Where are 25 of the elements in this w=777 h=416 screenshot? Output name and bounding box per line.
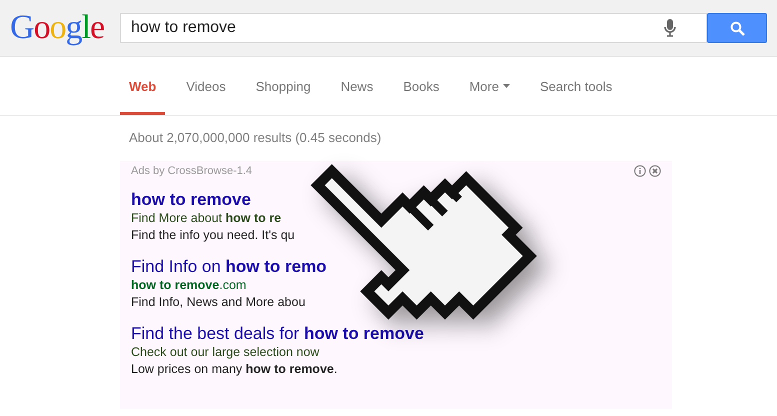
search-button[interactable] [707, 13, 767, 43]
ad-text: Low prices on many how to remove. [131, 361, 338, 378]
nav-tab[interactable]: More [460, 57, 519, 115]
ad-title-link[interactable]: Find Info on how to remo [131, 256, 661, 277]
ad-title-link[interactable]: Find the best deals for how to remove [131, 323, 661, 344]
nav-tab[interactable]: News [332, 57, 382, 115]
info-icon[interactable] [634, 165, 646, 177]
ad-url: how to remove.com [131, 277, 248, 294]
ad-text: Find Info, News and More abou [131, 294, 306, 311]
ad-text: Check out our large selection now [131, 344, 320, 361]
ad-text: Find More about how to re [131, 210, 282, 227]
close-icon[interactable] [649, 165, 661, 177]
result-stats: About 2,070,000,000 results (0.45 seconds) [129, 130, 382, 145]
search-field[interactable]: how to remove [120, 13, 707, 43]
microphone-icon[interactable] [664, 19, 676, 37]
nav-tab[interactable]: Web [120, 57, 166, 115]
caret-icon [502, 84, 510, 88]
ad-text: Find the info you need. It's qu [131, 227, 296, 244]
search-icon [730, 20, 744, 36]
ads-label: Ads by CrossBrowse-1.4 [131, 165, 252, 177]
nav-tab[interactable]: Books [394, 57, 448, 115]
ad-title-link[interactable]: how to remove [131, 189, 661, 210]
nav-tab[interactable]: Videos [177, 57, 235, 115]
nav-tab[interactable]: Shopping [246, 57, 320, 115]
nav-tab[interactable]: Search tools [530, 57, 622, 115]
